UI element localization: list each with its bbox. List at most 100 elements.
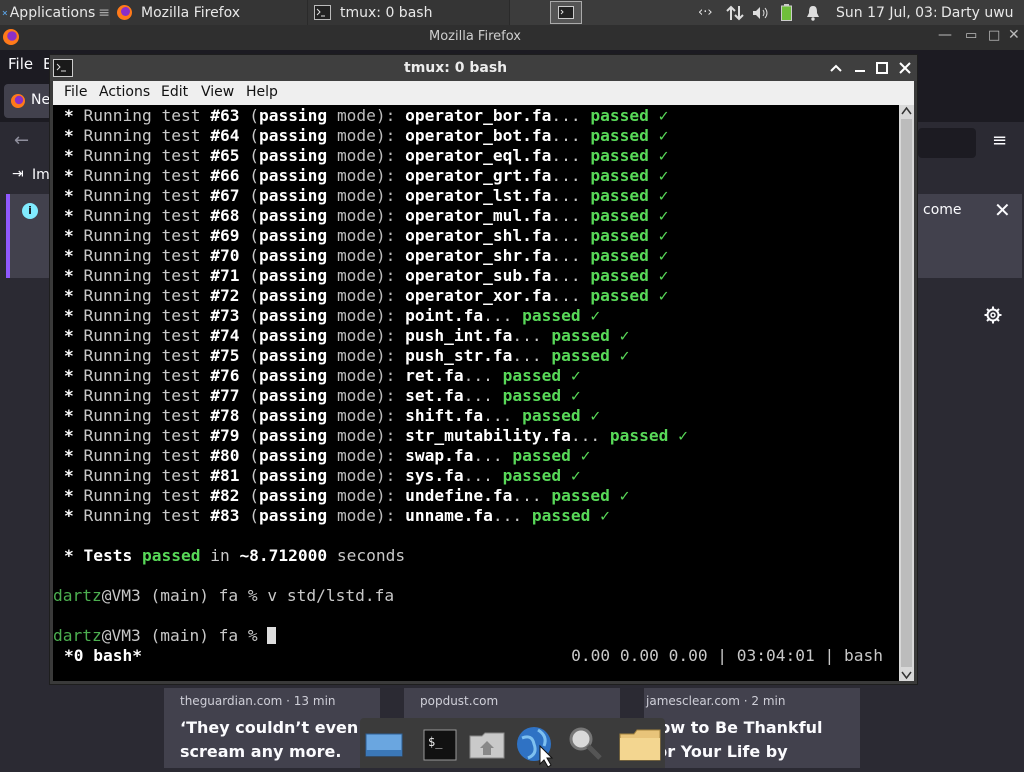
show-desktop-icon[interactable] [364, 724, 404, 764]
firefox-url-bar[interactable] [918, 128, 976, 158]
test-line: * Running test #69 (passing mode): opera… [64, 226, 669, 245]
terminal-mini-icon [558, 6, 574, 19]
volume-icon[interactable] [752, 0, 772, 25]
shell-prompt-line: dartz@VM3 (main) fa % v std/lstd.fa [53, 586, 395, 605]
test-line: * Running test #70 (passing mode): opera… [64, 246, 669, 265]
dock: $_ [360, 718, 665, 768]
minimize-icon[interactable] [854, 63, 866, 73]
story-headline: How to Be Thankful For Your Life by [646, 718, 823, 761]
terminal-scrollbar[interactable] [899, 105, 914, 681]
search-icon[interactable] [565, 724, 605, 764]
battery-icon[interactable] [781, 0, 795, 25]
test-line: * Running test #83 (passing mode): unnam… [64, 506, 610, 525]
test-line: * Running test #76 (passing mode): ret.f… [64, 366, 581, 385]
firefox-tab-label: Ne [31, 92, 51, 108]
close-icon[interactable] [899, 62, 911, 74]
test-line: * Running test #78 (passing mode): shift… [64, 406, 601, 425]
info-icon: i [22, 203, 38, 219]
tmux-status-left: *0 bash* [64, 646, 142, 665]
test-line: * Running test #82 (passing mode): undef… [64, 486, 630, 505]
hamburger-menu-icon[interactable]: ≡ [992, 130, 1007, 151]
terminal-window-title: tmux: 0 bash [404, 60, 508, 76]
task-terminal[interactable]: tmux: 0 bash [308, 0, 510, 25]
user-name[interactable]: Darty uwu [941, 0, 1024, 25]
menu-view[interactable]: View [201, 84, 234, 100]
story-source: theguardian.com · 13 min [180, 694, 336, 708]
test-line: * Running test #75 (passing mode): push_… [64, 346, 630, 365]
story-headline: ‘They couldn’t even scream any more. [180, 718, 359, 761]
firefox-icon [11, 94, 25, 108]
svg-text:$_: $_ [428, 735, 443, 749]
firefox-close-button[interactable]: ✕ [1008, 27, 1020, 43]
firefox-menu-file[interactable]: File [8, 55, 33, 73]
terminal-window: tmux: 0 bash File Actions Edit View Help… [49, 54, 918, 685]
workspace-switcher[interactable] [549, 0, 583, 25]
transfer-icon[interactable] [726, 0, 746, 25]
network-icon[interactable]: ‹·› [698, 0, 720, 25]
file-manager-icon[interactable] [467, 724, 507, 764]
test-line: * Running test #80 (passing mode): swap.… [64, 446, 591, 465]
applications-label: Applications [9, 4, 96, 21]
applications-menu[interactable]: Applications ≡ [0, 0, 110, 25]
firefox-window-title: Mozilla Firefox [429, 29, 521, 44]
import-icon[interactable]: ⇥ [12, 166, 24, 182]
test-summary: * Tests passed in ~8.712000 seconds [64, 546, 406, 565]
folder-icon[interactable] [618, 724, 661, 764]
story-card[interactable]: jamesclear.com · 2 min How to Be Thankfu… [644, 688, 860, 768]
import-bookmarks-label[interactable]: Im [32, 167, 50, 183]
firefox-icon [117, 5, 132, 20]
terminal-launcher-icon[interactable]: $_ [420, 724, 460, 764]
task-firefox-label: Mozilla Firefox [141, 4, 241, 21]
test-line: * Running test #64 (passing mode): opera… [64, 126, 669, 145]
menu-file[interactable]: File [64, 84, 87, 100]
story-source: jamesclear.com · 2 min [646, 694, 786, 708]
test-line: * Running test #71 (passing mode): opera… [64, 266, 669, 285]
arrows-updown-icon [726, 5, 744, 20]
test-line: * Running test #67 (passing mode): opera… [64, 186, 669, 205]
test-line: * Running test #65 (passing mode): opera… [64, 146, 669, 165]
scroll-down-icon[interactable] [899, 669, 914, 681]
web-browser-icon[interactable] [514, 724, 554, 768]
maximize-icon[interactable] [876, 62, 888, 74]
menu-separator: ≡ [98, 4, 110, 21]
shell-prompt-line: dartz@VM3 (main) fa % [53, 626, 277, 646]
notification-text: come [923, 202, 962, 218]
tmux-status-right: 0.00 0.00 0.00 | 03:04:01 | bash [571, 646, 883, 665]
close-notification-icon[interactable]: ✕ [994, 198, 1011, 222]
cursor [267, 627, 277, 644]
notifications-icon[interactable] [806, 0, 822, 25]
firefox-maximize-button[interactable]: □ [988, 28, 1000, 43]
firefox-restore-button[interactable]: ▭ [965, 28, 977, 43]
story-card[interactable]: theguardian.com · 13 min ‘They couldn’t … [164, 688, 380, 768]
scroll-thumb[interactable] [901, 119, 912, 667]
gear-icon[interactable] [984, 306, 1002, 324]
terminal-screen[interactable]: * Running test #63 (passing mode): opera… [53, 105, 899, 681]
test-line: * Running test #74 (passing mode): push_… [64, 326, 630, 345]
firefox-titlebar: Mozilla Firefox — ▭ □ ✕ [0, 25, 1024, 50]
terminal-titlebar[interactable]: tmux: 0 bash [50, 55, 917, 81]
terminal-icon [53, 59, 73, 77]
task-firefox[interactable]: Mozilla Firefox [110, 0, 308, 25]
menu-edit[interactable]: Edit [161, 84, 188, 100]
clock[interactable]: Sun 17 Jul, 03:04 [836, 0, 936, 25]
scroll-up-icon[interactable] [899, 105, 914, 117]
chevron-up-icon[interactable] [830, 63, 842, 73]
story-source: popdust.com [420, 694, 499, 708]
terminal-menubar: File Actions Edit View Help [53, 81, 914, 105]
test-line: * Running test #73 (passing mode): point… [64, 306, 601, 325]
xfce-icon [2, 10, 8, 15]
workspace-1[interactable] [550, 1, 582, 24]
menu-actions[interactable]: Actions [99, 84, 150, 100]
firefox-icon [3, 29, 19, 45]
firefox-minimize-button[interactable]: — [938, 27, 952, 43]
terminal-icon [314, 5, 331, 20]
test-line: * Running test #81 (passing mode): sys.f… [64, 466, 581, 485]
test-line: * Running test #63 (passing mode): opera… [64, 106, 669, 125]
back-arrow-icon[interactable]: ← [14, 130, 29, 151]
menu-help[interactable]: Help [246, 84, 278, 100]
test-line: * Running test #72 (passing mode): opera… [64, 286, 669, 305]
test-line: * Running test #79 (passing mode): str_m… [64, 426, 688, 445]
test-line: * Running test #66 (passing mode): opera… [64, 166, 669, 185]
top-panel: Applications ≡ Mozilla Firefox tmux: 0 b… [0, 0, 1024, 25]
test-line: * Running test #68 (passing mode): opera… [64, 206, 669, 225]
